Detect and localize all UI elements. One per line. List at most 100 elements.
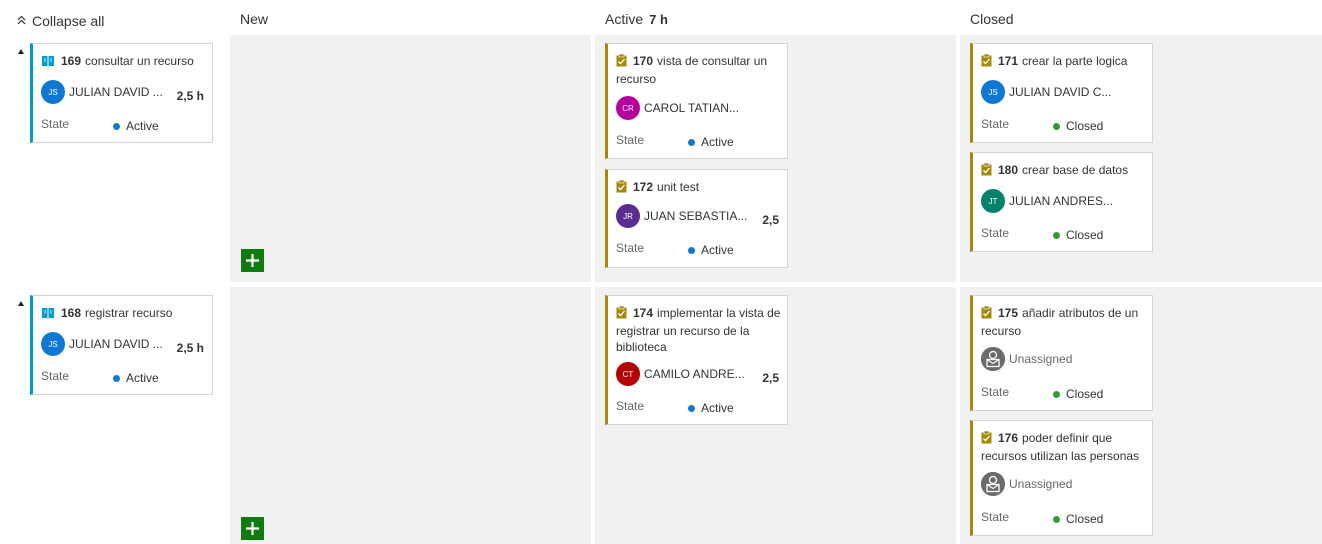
state-label: State (616, 241, 645, 255)
card-title: 171 crear la parte logica (981, 53, 1146, 71)
clipboard-icon (616, 305, 627, 323)
effort-value[interactable]: 2,5 (762, 371, 779, 385)
assignee-name: JULIAN DAVID C... (1009, 85, 1112, 99)
clipboard-icon (981, 162, 992, 180)
work-item-title[interactable]: registrar recurso (85, 306, 172, 320)
work-item-id: 180 (998, 163, 1019, 177)
work-item-id: 175 (998, 306, 1019, 320)
clipboard-icon (981, 53, 992, 71)
work-item-title[interactable]: crear la parte logica (1022, 54, 1127, 68)
state-field[interactable]: Active (688, 401, 734, 415)
work-item-title[interactable]: unit test (657, 180, 699, 194)
card-title: 170 vista de consultar un recurso (616, 53, 781, 87)
clipboard-icon (981, 305, 992, 323)
double-chevron-up-icon (17, 15, 26, 28)
task-card-174[interactable]: 174 implementar la vista de registrar un … (605, 295, 788, 425)
cell-row2-new (230, 287, 591, 544)
column-header-active: Active 7 h (605, 11, 668, 27)
state-field[interactable]: Closed (1053, 119, 1103, 133)
task-card-176[interactable]: 176 poder definir que recursos utilizan l… (970, 420, 1153, 536)
effort-value[interactable]: 2,5 h (177, 341, 204, 355)
state-dot-icon (113, 374, 120, 382)
assignee[interactable]: JT JULIAN ANDRES... (981, 189, 1113, 213)
state-dot-icon (1053, 231, 1060, 239)
state-field[interactable]: Active (688, 135, 734, 149)
avatar: JT (981, 189, 1005, 213)
clipboard-icon (616, 53, 627, 71)
task-card-180[interactable]: 180 crear base de datos JT JULIAN ANDRES.… (970, 152, 1153, 252)
work-item-id: 171 (998, 54, 1019, 68)
state-label: State (41, 117, 70, 131)
assignee-name: Unassigned (1009, 477, 1073, 491)
assignee[interactable]: Unassigned (981, 472, 1072, 496)
state-field[interactable]: Closed (1053, 512, 1103, 526)
avatar: JS (981, 80, 1005, 104)
column-title-new: New (240, 11, 269, 27)
state-value: Active (701, 401, 734, 415)
work-item-title[interactable]: crear base de datos (1022, 163, 1128, 177)
card-title: 174 implementar la vista de registrar un … (616, 305, 781, 355)
column-title-closed: Closed (970, 11, 1014, 27)
work-item-title[interactable]: consultar un recurso (85, 54, 194, 68)
assignee[interactable]: JS JULIAN DAVID C... (981, 80, 1111, 104)
avatar: CR (616, 96, 640, 120)
state-field[interactable]: Closed (1053, 387, 1103, 401)
task-card-171[interactable]: 171 crear la parte logica JS JULIAN DAVID… (970, 43, 1153, 143)
row1-expander-icon[interactable] (18, 49, 24, 54)
board-header: Collapse all New Active 7 h Closed (0, 0, 1322, 36)
column-count-active: 7 h (649, 12, 668, 27)
row2-expander-icon[interactable] (18, 301, 24, 306)
card-title: 180 crear base de datos (981, 162, 1146, 180)
state-value: Closed (1066, 119, 1104, 133)
assignee[interactable]: JS JULIAN DAVID ... (41, 332, 163, 356)
state-field[interactable]: Closed (1053, 228, 1103, 242)
work-item-id: 176 (998, 431, 1019, 445)
state-label: State (616, 399, 645, 413)
state-label: State (981, 226, 1010, 240)
work-item-id: 168 (61, 306, 82, 320)
clipboard-icon (981, 430, 992, 448)
assignee[interactable]: Unassigned (981, 347, 1072, 371)
assignee-name: Unassigned (1009, 352, 1073, 366)
plus-icon (246, 254, 259, 267)
parent-card-168[interactable]: 168 registrar recurso JS JULIAN DAVID ...… (30, 295, 213, 395)
column-header-new: New (240, 11, 268, 27)
state-field[interactable]: Active (113, 119, 159, 133)
state-label: State (981, 385, 1010, 399)
column-title-active: Active (605, 11, 644, 27)
assignee[interactable]: JS JULIAN DAVID ... (41, 80, 163, 104)
column-header-closed: Closed (970, 11, 1014, 27)
card-title: 168 registrar recurso (41, 305, 206, 323)
state-dot-icon (1053, 122, 1060, 130)
card-title: 172 unit test (616, 179, 781, 197)
task-card-175[interactable]: 175 añadir atributos de un recurso Unassi… (970, 295, 1153, 411)
assignee[interactable]: JR JUAN SEBASTIA... (616, 204, 747, 228)
assignee[interactable]: CT CAMILO ANDRE... (616, 362, 745, 386)
state-dot-icon (113, 122, 120, 130)
add-task-button-row1[interactable] (241, 249, 264, 272)
effort-value[interactable]: 2,5 h (177, 89, 204, 103)
effort-value[interactable]: 2,5 (762, 213, 779, 227)
work-item-id: 169 (61, 54, 82, 68)
clipboard-icon (616, 179, 627, 197)
parent-card-169[interactable]: 169 consultar un recurso JS JULIAN DAVID … (30, 43, 213, 143)
book-icon (41, 55, 55, 71)
state-label: State (616, 133, 645, 147)
card-title: 169 consultar un recurso (41, 53, 206, 71)
state-label: State (981, 510, 1010, 524)
state-value: Closed (1066, 512, 1104, 526)
state-field[interactable]: Active (113, 371, 159, 385)
collapse-all-button[interactable]: Collapse all (17, 13, 104, 29)
unassigned-avatar-icon (981, 347, 1005, 371)
state-field[interactable]: Active (688, 243, 734, 257)
state-value: Closed (1066, 228, 1104, 242)
assignee-name: CAMILO ANDRE... (644, 367, 745, 381)
assignee[interactable]: CR CAROL TATIAN... (616, 96, 739, 120)
avatar: CT (616, 362, 640, 386)
card-title: 176 poder definir que recursos utilizan l… (981, 430, 1146, 464)
avatar: JS (41, 80, 65, 104)
task-card-170[interactable]: 170 vista de consultar un recurso CR CARO… (605, 43, 788, 159)
add-task-button-row2[interactable] (241, 517, 264, 540)
plus-icon (246, 522, 259, 535)
task-card-172[interactable]: 172 unit test JR JUAN SEBASTIA... 2,5 Sta… (605, 169, 788, 268)
